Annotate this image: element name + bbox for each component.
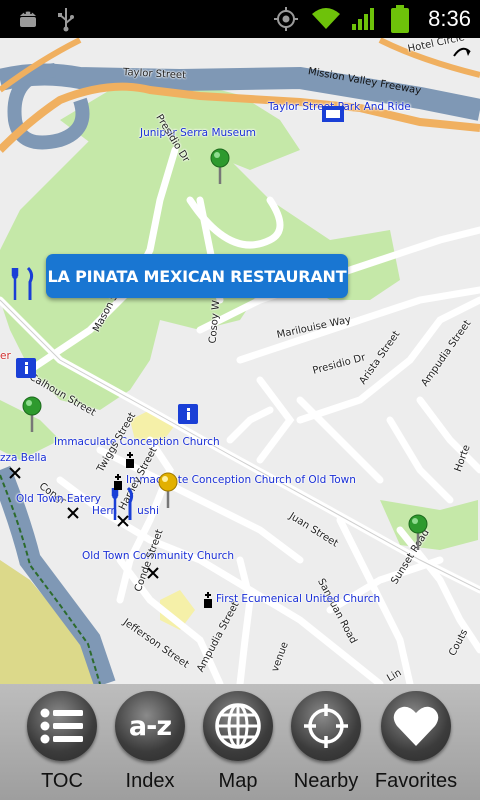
android-debug-icon	[20, 11, 36, 27]
map-label: Map	[218, 770, 258, 792]
poi-label-immaculate-conception-church[interactable]: Immaculate Conception Church	[54, 436, 220, 448]
nearby-button[interactable]: Nearby	[282, 684, 370, 800]
wifi-icon	[312, 8, 340, 29]
favorites-button[interactable]: Favorites	[372, 684, 460, 800]
church-icon[interactable]	[124, 452, 136, 468]
map-pin-icon[interactable]	[208, 148, 232, 186]
poi-label-pizza-bella[interactable]: zza Bella	[0, 452, 47, 464]
info-icon[interactable]	[178, 404, 198, 424]
map-pin-icon[interactable]	[406, 514, 430, 552]
map-pin-icon[interactable]	[20, 396, 44, 434]
favorites-label: Favorites	[374, 770, 458, 792]
status-bar: 8:36	[0, 0, 480, 38]
place-callout[interactable]: LA PINATA MEXICAN RESTAURANT	[46, 254, 348, 298]
church-icon[interactable]	[112, 474, 124, 490]
poi-label-partial-red[interactable]: er	[0, 350, 11, 362]
signal-icon	[352, 8, 374, 30]
usb-icon	[58, 8, 74, 32]
list-icon	[40, 708, 83, 744]
poi-label-first-ecumenical-united-church[interactable]: First Ecumenical United Church	[216, 593, 380, 605]
battery-icon	[391, 5, 409, 33]
map-view[interactable]: Mission Valley Freeway Taylor Street Hot…	[0, 38, 480, 684]
poi-label-juniper-serra-museum[interactable]: Juniper Serra Museum	[140, 127, 256, 139]
status-time: 8:36	[428, 6, 471, 31]
park-ride-icon[interactable]	[322, 106, 344, 122]
globe-icon	[215, 703, 261, 749]
gps-icon	[274, 7, 298, 31]
restaurant-small-icon[interactable]	[8, 466, 22, 480]
restaurant-small-icon[interactable]	[116, 514, 130, 528]
restaurant-small-icon[interactable]	[66, 506, 80, 520]
map-button[interactable]: Map	[194, 684, 282, 800]
church-icon[interactable]	[202, 592, 214, 608]
bottom-toolbar: TOC a-z Index Map Nearby Favorites	[0, 684, 480, 800]
info-icon[interactable]	[16, 358, 36, 378]
a-z-icon: a-z	[128, 710, 172, 742]
poi-label-old-town-eatery[interactable]: Old Town Eatery	[16, 493, 101, 505]
callout-title: LA PINATA MEXICAN RESTAURANT	[47, 266, 347, 286]
nearby-label: Nearby	[293, 770, 359, 792]
crosshair-icon	[304, 704, 348, 748]
toc-button[interactable]: TOC	[18, 684, 106, 800]
restaurant-small-icon[interactable]	[146, 566, 160, 580]
index-button[interactable]: a-z Index	[106, 684, 194, 800]
index-label: Index	[125, 770, 175, 792]
heart-icon	[393, 706, 439, 746]
toc-label: TOC	[41, 770, 83, 792]
selected-pin-icon[interactable]	[156, 472, 180, 510]
restaurant-icon[interactable]	[10, 266, 36, 302]
turn-arrow-icon	[453, 47, 471, 57]
